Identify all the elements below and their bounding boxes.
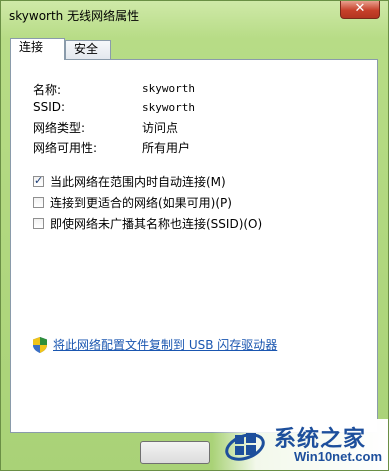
uac-shield-icon (33, 336, 47, 353)
watermark-url: Win10net.com (294, 449, 383, 464)
tab-connection[interactable]: 连接 (10, 38, 65, 60)
network-availability-value: 所有用户 (142, 141, 191, 155)
prefer-better-network-checkbox[interactable] (33, 196, 44, 208)
tab-connection-label: 连接 (19, 40, 44, 54)
tab-security[interactable]: 安全 (65, 40, 111, 59)
name-value: skyworth (142, 82, 195, 95)
auto-connect-option[interactable]: 当此网络在范围内时自动连接(M) (33, 173, 226, 189)
copy-profile-link-text[interactable]: 将此网络配置文件复制到 USB 闪存驱动器 (53, 336, 277, 353)
auto-connect-checkbox[interactable] (33, 174, 44, 187)
name-label: 名称: (33, 83, 62, 97)
network-type-label: 网络类型: (33, 121, 86, 135)
connect-hidden-ssid-label[interactable]: 即使网络未广播其名称也连接(SSID)(O) (50, 215, 262, 232)
close-button[interactable]: ✕ (340, 1, 380, 19)
network-availability-label: 网络可用性: (33, 141, 98, 155)
properties-dialog: skyworth 无线网络属性 ✕ 连接 安全 名称: skyworth SSI… (0, 0, 389, 471)
ssid-label: SSID: (33, 100, 66, 114)
watermark-logo-icon (225, 433, 265, 461)
copy-profile-to-usb-link[interactable]: 将此网络配置文件复制到 USB 闪存驱动器 (33, 336, 277, 353)
title-bar[interactable]: skyworth 无线网络属性 ✕ (1, 1, 388, 29)
connect-hidden-ssid-option[interactable]: 即使网络未广播其名称也连接(SSID)(O) (33, 215, 262, 231)
auto-connect-label[interactable]: 当此网络在范围内时自动连接(M) (50, 173, 226, 190)
ssid-value: skyworth (142, 101, 195, 114)
network-type-value: 访问点 (142, 121, 179, 135)
close-icon: ✕ (354, 1, 366, 16)
tab-security-label: 安全 (74, 42, 99, 56)
window-title: skyworth 无线网络属性 (9, 9, 140, 23)
prefer-better-network-option[interactable]: 连接到更适合的网络(如果可用)(P) (33, 194, 232, 210)
site-watermark: 系统之家 Win10net.com (212, 419, 388, 470)
connect-hidden-ssid-checkbox[interactable] (33, 217, 44, 229)
tab-panel-connection: 名称: skyworth SSID: skyworth 网络类型: 访问点 网络… (10, 59, 378, 433)
prefer-better-network-label[interactable]: 连接到更适合的网络(如果可用)(P) (50, 194, 232, 211)
ok-button[interactable] (140, 441, 210, 464)
